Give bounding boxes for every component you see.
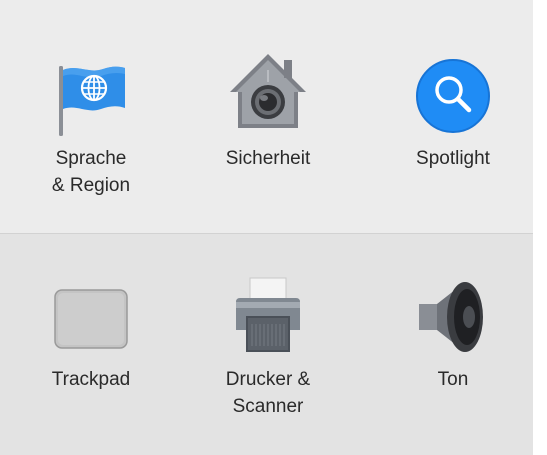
pref-spotlight[interactable]: Spotlight: [378, 0, 528, 233]
preferences-panel: Sprache & Region Sicherheit Spotlight Tr…: [0, 0, 533, 455]
pref-printers-scanners[interactable]: Drucker & Scanner: [193, 234, 343, 455]
pref-security[interactable]: Sicherheit: [193, 0, 343, 233]
pref-sound[interactable]: Ton: [378, 234, 528, 455]
house-lock-icon: [226, 46, 310, 130]
printer-icon: [226, 272, 310, 356]
pref-label-security: Sicherheit: [225, 148, 311, 169]
pref-label-spotlight: Spotlight: [416, 148, 490, 169]
speaker-icon: [411, 274, 495, 358]
pref-label-printers-scanners: Drucker & Scanner: [225, 369, 311, 417]
pref-label-sound: Ton: [437, 369, 469, 390]
pref-label-language-region: Sprache & Region: [51, 148, 131, 196]
trackpad-icon: [49, 282, 133, 366]
pref-trackpad[interactable]: Trackpad: [16, 234, 166, 455]
pref-label-trackpad: Trackpad: [51, 369, 131, 390]
flag-globe-icon: [49, 54, 133, 138]
magnifier-icon: [411, 54, 495, 138]
pref-language-region[interactable]: Sprache & Region: [16, 0, 166, 233]
